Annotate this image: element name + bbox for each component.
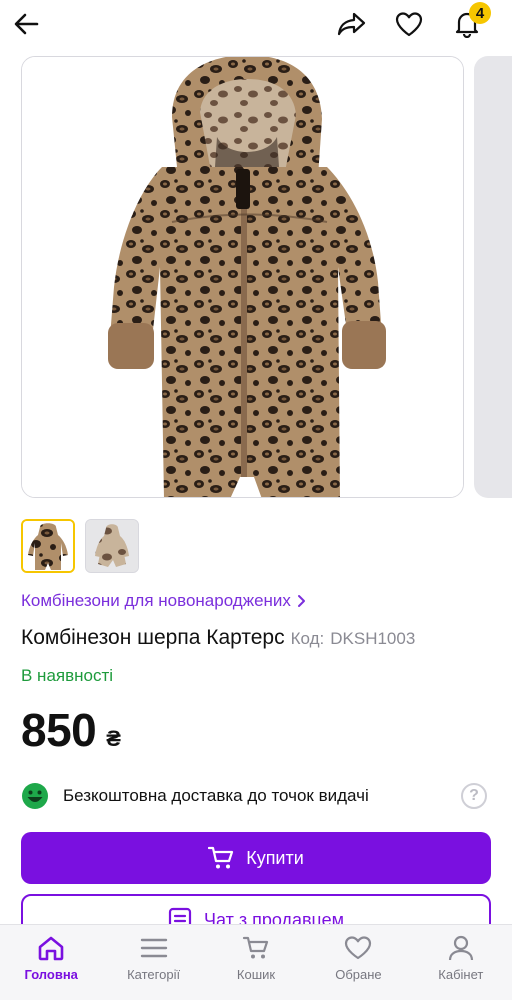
back-arrow-icon[interactable]: [8, 6, 44, 42]
product-code-label: Код:: [290, 629, 325, 648]
buy-button[interactable]: Купити: [21, 832, 491, 884]
tab-home[interactable]: Головна: [0, 925, 102, 1000]
tab-account-label: Кабінет: [438, 967, 484, 982]
notifications-bell-icon[interactable]: 4: [449, 2, 491, 42]
availability-status: В наявності: [21, 666, 114, 685]
chevron-right-icon: [297, 595, 305, 607]
tab-home-label: Головна: [24, 967, 78, 982]
currency-symbol: ₴: [106, 726, 121, 751]
image-thumbnails: [21, 519, 139, 573]
bottom-navigation: Головна Категорії Кошик Обране Кабінет: [0, 924, 512, 1000]
smiley-delivery-icon: [22, 783, 48, 809]
menu-icon: [140, 938, 167, 958]
tab-favorites-label: Обране: [335, 967, 382, 982]
product-main-image[interactable]: [21, 56, 464, 498]
delivery-text: Безкоштовна доставка до точок видачі: [63, 786, 369, 805]
tab-categories-label: Категорії: [127, 967, 181, 982]
product-title: Комбінезон шерпа Картерс: [21, 626, 285, 649]
tab-favorites[interactable]: Обране: [307, 925, 409, 1000]
product-code: DKSH1003: [330, 629, 416, 648]
leopard-jumpsuit-illustration: [22, 57, 463, 497]
cart-icon: [242, 936, 269, 959]
notification-count-badge: 4: [469, 2, 491, 24]
favorite-heart-icon[interactable]: [391, 6, 427, 42]
price-block: 850 ₴: [21, 703, 121, 757]
top-app-bar: 4: [0, 0, 512, 48]
thumbnail-2[interactable]: [85, 519, 139, 573]
category-breadcrumb[interactable]: Комбінезони для новонароджених: [21, 591, 307, 611]
tab-account[interactable]: Кабінет: [410, 925, 512, 1000]
buy-button-label: Купити: [246, 847, 304, 868]
thumbnail-1-selected[interactable]: [21, 519, 75, 573]
heart-icon: [345, 936, 372, 960]
price-value: 850: [21, 704, 97, 756]
product-title-row: Комбінезон шерпа Картерс Код: DKSH1003: [21, 626, 415, 650]
tab-cart[interactable]: Кошик: [205, 925, 307, 1000]
share-icon[interactable]: [334, 6, 370, 42]
home-icon: [38, 936, 64, 961]
help-question-icon[interactable]: ?: [461, 783, 487, 809]
product-image-carousel[interactable]: [0, 56, 512, 500]
cart-icon: [208, 846, 234, 869]
user-icon: [448, 935, 473, 961]
delivery-info: Безкоштовна доставка до точок видачі ?: [21, 781, 491, 811]
tab-categories[interactable]: Категорії: [102, 925, 204, 1000]
breadcrumb-label: Комбінезони для новонароджених: [21, 591, 291, 610]
next-slide-preview[interactable]: [474, 56, 512, 498]
tab-cart-label: Кошик: [236, 967, 276, 982]
